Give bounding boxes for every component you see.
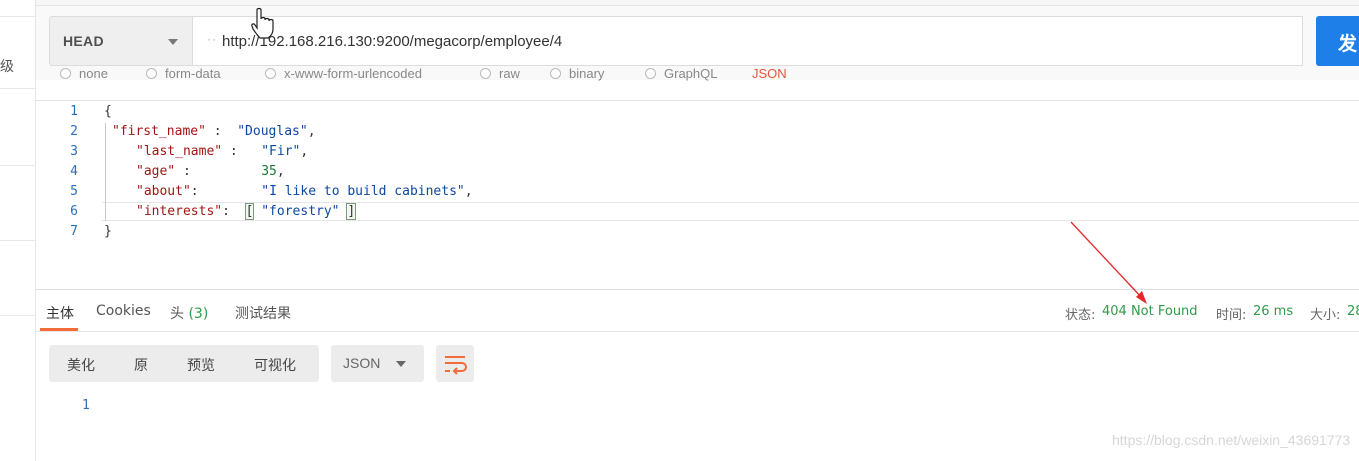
radio-circle-icon	[60, 68, 71, 79]
tab-cookies[interactable]: Cookies	[96, 303, 151, 319]
radio-circle-icon	[645, 68, 656, 79]
line-number: 5	[70, 184, 78, 199]
time-value[interactable]: 26 ms	[1253, 304, 1293, 319]
active-tab-indicator	[40, 328, 78, 331]
method-value: HEAD	[63, 33, 104, 49]
radio-graphql[interactable]: GraphQL	[645, 66, 717, 81]
left-sidebar: 级	[0, 0, 36, 461]
line-number: 6	[70, 204, 78, 219]
code-line: "about": "I like to build cabinets",	[136, 184, 473, 199]
sidebar-divider	[0, 88, 36, 89]
matched-bracket: ]	[346, 203, 357, 220]
time-label: 时间:	[1216, 308, 1247, 323]
sidebar-divider	[0, 315, 36, 316]
headers-count-badge: (3)	[188, 306, 209, 322]
line-number: 1	[70, 104, 78, 119]
response-format-select[interactable]: JSON	[331, 345, 424, 382]
radio-circle-icon	[265, 68, 276, 79]
response-toolbar: 美化 原 预览 可视化 JSON 1 https://blog.csdn.net…	[36, 332, 1359, 461]
radio-raw[interactable]: raw	[480, 66, 520, 81]
code-line: "age" : 35,	[136, 164, 285, 179]
format-value: JSON	[343, 355, 381, 371]
radio-circle-icon	[550, 68, 561, 79]
status-label: 状态:	[1065, 308, 1096, 323]
radio-urlencoded[interactable]: x-www-form-urlencoded	[265, 66, 422, 81]
sidebar-divider	[0, 240, 36, 241]
raw-button[interactable]: 原	[134, 355, 148, 375]
json-format-select[interactable]: JSON	[752, 66, 787, 81]
size-label: 大小:	[1310, 308, 1341, 323]
url-text: http://192.168.216.130:9200/megacorp/emp…	[222, 33, 563, 50]
url-input[interactable]: ·· http://192.168.216.130:9200/megacorp/…	[193, 16, 1303, 66]
visualize-button[interactable]: 可视化	[254, 355, 296, 375]
code-line: "last_name" : "Fir",	[136, 144, 309, 159]
response-tabs: 主体 Cookies 头 (3) 测试结果 状态: 404 Not Found …	[36, 292, 1359, 332]
code-line: {	[104, 104, 112, 119]
send-button[interactable]: 发	[1316, 16, 1359, 66]
send-button-label: 发	[1338, 33, 1358, 55]
line-number: 7	[70, 224, 78, 239]
request-body-editor[interactable]: 1 2 3 4 5 6 7 { "first_name" : "Douglas"…	[36, 100, 1359, 290]
method-select[interactable]: HEAD	[49, 16, 193, 66]
radio-none[interactable]: none	[60, 66, 108, 81]
radio-binary[interactable]: binary	[550, 66, 604, 81]
watermark: https://blog.csdn.net/weixin_43691773	[1112, 432, 1351, 448]
preview-button[interactable]: 预览	[187, 355, 215, 375]
indent-guide	[105, 123, 106, 221]
view-mode-segment: 美化 原 预览 可视化	[49, 345, 319, 382]
code-line: "interests": [ "forestry" ]	[136, 203, 357, 220]
pretty-button[interactable]: 美化	[67, 355, 95, 375]
code-line: "first_name" : "Douglas",	[112, 124, 316, 139]
sidebar-level-label: 级	[0, 59, 14, 75]
tab-body[interactable]: 主体	[46, 303, 74, 323]
sidebar-divider	[0, 165, 36, 166]
line-number: 4	[70, 164, 78, 179]
line-number: 3	[70, 144, 78, 159]
tab-test-results[interactable]: 测试结果	[235, 303, 291, 323]
radio-form-data[interactable]: form-data	[146, 66, 221, 81]
line-number-gutter: 1 2 3 4 5 6 7	[36, 101, 102, 289]
response-line-number: 1	[82, 398, 90, 413]
wrap-lines-icon	[445, 356, 467, 375]
size-value[interactable]: 28	[1347, 304, 1359, 319]
wrap-lines-button[interactable]	[436, 345, 474, 382]
chevron-down-icon	[168, 39, 178, 45]
status-value[interactable]: 404 Not Found	[1102, 304, 1198, 319]
body-type-radios: none form-data x-www-form-urlencoded raw…	[60, 66, 840, 82]
tab-headers[interactable]: 头 (3)	[170, 303, 208, 323]
chevron-down-icon	[396, 361, 406, 367]
url-drag-dots: ··	[207, 32, 217, 46]
code-line: }	[104, 224, 112, 239]
line-number: 2	[70, 124, 78, 139]
radio-circle-icon	[480, 68, 491, 79]
sidebar-divider	[0, 16, 36, 17]
radio-circle-icon	[146, 68, 157, 79]
